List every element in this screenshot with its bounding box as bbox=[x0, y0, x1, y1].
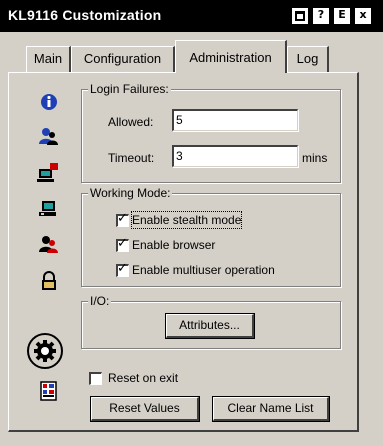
customization-window: KL9116 Customization ? E x Main Configur… bbox=[0, 0, 383, 446]
tab-main[interactable]: Main bbox=[26, 46, 71, 72]
working-mode-legend: Working Mode: bbox=[88, 185, 173, 201]
browser-label[interactable]: Enable browser bbox=[132, 237, 215, 253]
login-failures-group: Login Failures: Allowed: 5 Timeout: 3 mi… bbox=[81, 81, 341, 183]
stealth-mode-label[interactable]: Enable stealth mode bbox=[130, 211, 243, 229]
gear-icon[interactable] bbox=[26, 332, 64, 370]
info-icon[interactable] bbox=[37, 90, 61, 114]
tab-log[interactable]: Log bbox=[287, 46, 329, 72]
attributes-button[interactable]: Attributes... bbox=[166, 314, 254, 338]
checklist-icon[interactable] bbox=[37, 379, 61, 403]
timeout-unit: mins bbox=[302, 151, 328, 165]
tab-configuration[interactable]: Configuration bbox=[71, 46, 175, 72]
lock-icon[interactable] bbox=[37, 269, 61, 293]
multiuser-checkbox[interactable]: ✓ bbox=[116, 261, 129, 277]
reset-values-button[interactable]: Reset Values bbox=[91, 397, 199, 421]
computer-icon[interactable] bbox=[37, 197, 61, 221]
reset-on-exit-checkbox[interactable] bbox=[89, 372, 102, 385]
allowed-label: Allowed: bbox=[108, 115, 154, 129]
window-title: KL9116 Customization bbox=[8, 7, 162, 23]
title-bar[interactable]: KL9116 Customization ? E x bbox=[0, 0, 383, 32]
allowed-field[interactable]: 5 bbox=[172, 109, 298, 131]
io-legend: I/O: bbox=[88, 293, 112, 309]
timeout-label: Timeout: bbox=[108, 151, 155, 165]
io-group: I/O: Attributes... bbox=[81, 293, 341, 349]
user-icon[interactable] bbox=[37, 125, 61, 149]
working-mode-group: Working Mode: ✓ Enable stealth mode ✓ En… bbox=[81, 185, 341, 287]
computer-alert-icon[interactable] bbox=[37, 161, 61, 185]
close-icon[interactable]: x bbox=[355, 8, 371, 24]
reset-on-exit-label[interactable]: Reset on exit bbox=[108, 370, 178, 386]
login-failures-legend: Login Failures: bbox=[88, 81, 171, 97]
administration-panel: Login Failures: Allowed: 5 Timeout: 3 mi… bbox=[8, 72, 359, 432]
stealth-mode-checkbox[interactable]: ✓ bbox=[116, 211, 129, 227]
multiuser-label[interactable]: Enable multiuser operation bbox=[132, 262, 275, 278]
user-alert-icon[interactable] bbox=[37, 233, 61, 257]
browser-checkbox[interactable]: ✓ bbox=[116, 236, 129, 252]
tab-administration[interactable]: Administration bbox=[175, 40, 287, 73]
clear-name-list-button[interactable]: Clear Name List bbox=[213, 397, 329, 421]
help-icon[interactable]: ? bbox=[313, 8, 329, 24]
timeout-field[interactable]: 3 bbox=[172, 145, 298, 167]
export-icon[interactable]: E bbox=[334, 8, 350, 24]
minimize-icon[interactable] bbox=[292, 8, 308, 24]
